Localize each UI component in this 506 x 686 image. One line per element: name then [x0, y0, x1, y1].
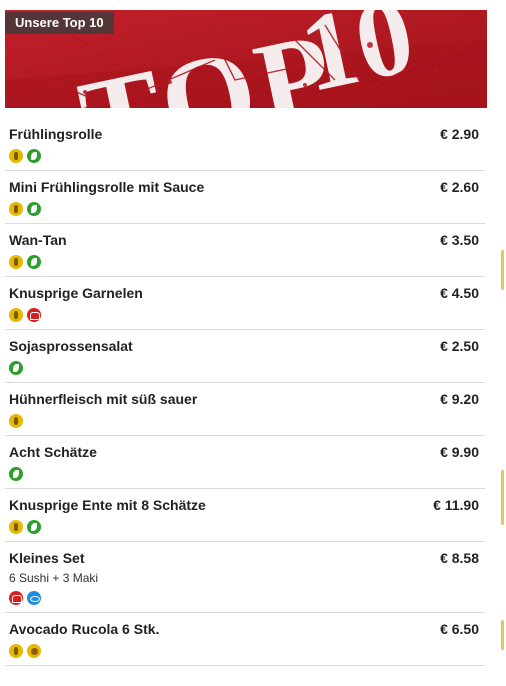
allergen-icons	[9, 414, 481, 428]
menu-item-name: Hühnerfleisch mit süß sauer	[9, 391, 198, 407]
gluten-icon	[9, 520, 23, 534]
menu-item-name: Avocado Rucola 6 Stk.	[9, 621, 160, 637]
menu-item-name: Frühlingsrolle	[9, 126, 103, 142]
gluten-icon	[9, 414, 23, 428]
edge-mark	[501, 250, 504, 290]
menu-item-price: € 2.50	[440, 338, 479, 354]
menu-item[interactable]: Acht Schätze € 9.90	[5, 436, 485, 489]
allergen-icons	[9, 520, 481, 534]
top10-tag: Unsere Top 10	[5, 12, 114, 34]
crustacean-icon	[9, 591, 23, 605]
menu-item-price: € 8.58	[440, 550, 479, 566]
menu-item[interactable]: Knusprige Ente mit 8 Schätze € 11.90	[5, 489, 485, 542]
gluten-icon	[9, 255, 23, 269]
edge-mark	[501, 620, 504, 650]
edge-mark	[501, 470, 504, 525]
allergen-icons	[9, 467, 481, 481]
vegetarian-icon	[27, 149, 41, 163]
menu-item-name: Knusprige Ente mit 8 Schätze	[9, 497, 206, 513]
nut-icon	[27, 644, 41, 658]
menu-item-price: € 6.50	[440, 621, 479, 637]
menu-item-name: Knusprige Garnelen	[9, 285, 143, 301]
stamp-number: 10	[291, 10, 424, 108]
menu-item-description: 6 Sushi + 3 Maki	[9, 571, 99, 585]
allergen-icons	[9, 255, 481, 269]
allergen-icons	[9, 644, 481, 658]
menu-item-price: € 2.90	[440, 126, 479, 142]
crustacean-icon	[27, 308, 41, 322]
allergen-icons	[9, 149, 481, 163]
menu-item-price: € 2.60	[440, 179, 479, 195]
menu-item-price: € 9.90	[440, 444, 479, 460]
gluten-icon	[9, 644, 23, 658]
vegetarian-icon	[9, 467, 23, 481]
menu-item[interactable]: Avocado Rucola 6 Stk. € 6.50	[5, 613, 485, 666]
menu-item[interactable]: Knusprige Garnelen € 4.50	[5, 277, 485, 330]
vegetarian-icon	[9, 361, 23, 375]
allergen-icons	[9, 361, 481, 375]
menu-item[interactable]: Kleines Set € 8.58 6 Sushi + 3 Maki	[5, 542, 485, 613]
menu-item[interactable]: Frühlingsrolle € 2.90	[5, 118, 485, 171]
gluten-icon	[9, 308, 23, 322]
allergen-icons	[9, 308, 481, 322]
allergen-icons	[9, 591, 481, 605]
menu-item[interactable]: Wan-Tan € 3.50	[5, 224, 485, 277]
gluten-icon	[9, 149, 23, 163]
menu-item[interactable]: Sojasprossensalat € 2.50	[5, 330, 485, 383]
menu-item-name: Sojasprossensalat	[9, 338, 133, 354]
vegetarian-icon	[27, 255, 41, 269]
menu-item-price: € 4.50	[440, 285, 479, 301]
menu-item[interactable]: Hühnerfleisch mit süß sauer € 9.20	[5, 383, 485, 436]
gluten-icon	[9, 202, 23, 216]
allergen-icons	[9, 202, 481, 216]
page-edge-decoration	[486, 0, 506, 686]
fish-icon	[27, 591, 41, 605]
menu-list: Frühlingsrolle € 2.90 Mini Frühlingsrolle …	[5, 118, 485, 666]
vegetarian-icon	[27, 202, 41, 216]
menu-item-price: € 9.20	[440, 391, 479, 407]
menu-item-price: € 3.50	[440, 232, 479, 248]
menu-item[interactable]: Mini Frühlingsrolle mit Sauce € 2.60	[5, 171, 485, 224]
menu-item-name: Wan-Tan	[9, 232, 67, 248]
menu-item-name: Acht Schätze	[9, 444, 97, 460]
menu-item-name: Mini Frühlingsrolle mit Sauce	[9, 179, 205, 195]
vegetarian-icon	[27, 520, 41, 534]
menu-item-price: € 11.90	[433, 497, 479, 513]
menu-item-name: Kleines Set	[9, 550, 85, 566]
